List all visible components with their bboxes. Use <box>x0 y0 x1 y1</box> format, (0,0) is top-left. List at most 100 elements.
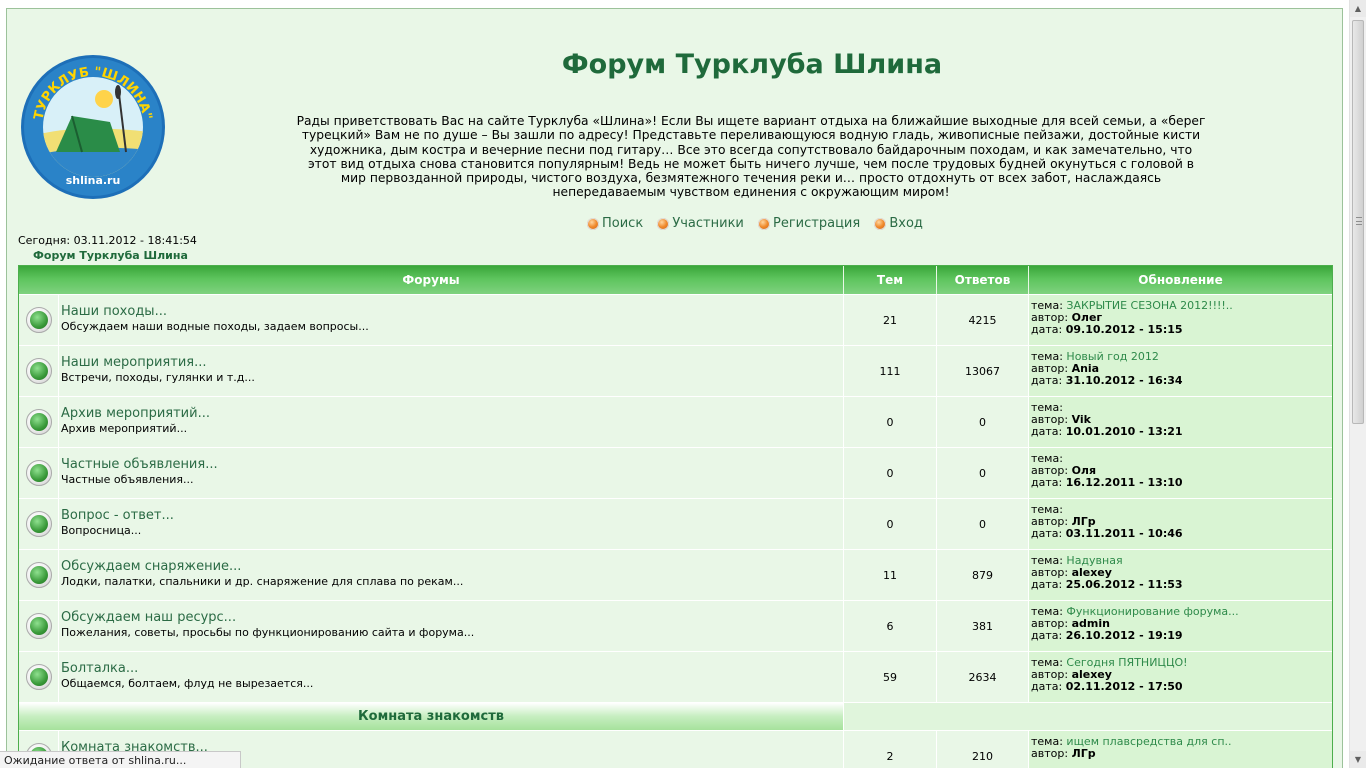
replies-count: 0 <box>937 499 1029 549</box>
site-title: Форум Турклуба Шлина <box>561 49 943 80</box>
intro-text: Рады приветствовать Вас на сайте Турклуб… <box>296 114 1206 200</box>
forum-name-cell: Обсуждаем снаряжение... Лодки, палатки, с… <box>59 550 844 600</box>
forum-status-icon <box>25 358 52 384</box>
forum-status-icon <box>25 511 52 537</box>
date-label: дата: <box>1031 527 1063 540</box>
forum-description: Пожелания, советы, просьбы по функционир… <box>61 626 475 639</box>
last-date: 03.11.2011 - 10:46 <box>1065 527 1183 540</box>
forum-name-cell: Частные объявления... Частные объявления.… <box>59 448 844 498</box>
icon-cell <box>19 499 59 549</box>
last-date: 26.10.2012 - 19:19 <box>1065 629 1183 642</box>
forum-link[interactable]: Вопрос - ответ... <box>61 508 843 523</box>
nav-register-label[interactable]: Регистрация <box>773 216 860 231</box>
topics-count: 0 <box>844 499 937 549</box>
table-row: Частные объявления... Частные объявления.… <box>19 447 1332 498</box>
last-date: 09.10.2012 - 15:15 <box>1065 323 1183 336</box>
date-label: дата: <box>1031 374 1063 387</box>
nav-members-label[interactable]: Участники <box>672 216 744 231</box>
table-row: Наши походы... Обсуждаем наши водные похо… <box>19 294 1332 345</box>
icon-cell <box>19 346 59 396</box>
forum-link[interactable]: Болталка... <box>61 661 843 676</box>
forum-name-cell: Наши походы... Обсуждаем наши водные похо… <box>59 295 844 345</box>
last-date: 10.01.2010 - 13:21 <box>1065 425 1183 438</box>
scroll-thumb[interactable] <box>1352 20 1364 424</box>
svg-text:shlina.ru: shlina.ru <box>66 174 121 187</box>
date-label: дата: <box>1031 425 1063 438</box>
forum-link[interactable]: Обсуждаем снаряжение... <box>61 559 843 574</box>
last-date: 31.10.2012 - 16:34 <box>1065 374 1183 387</box>
last-update: тема: Надувная автор: alexey дата: 25.06.2… <box>1029 550 1332 600</box>
header-replies: Ответов <box>937 266 1029 294</box>
forum-table: Форумы Тем Ответов Обновление Наши поход… <box>18 265 1333 768</box>
replies-count: 0 <box>937 397 1029 447</box>
forum-name-cell: Обсуждаем наш ресурс... Пожелания, советы… <box>59 601 844 651</box>
forum-link[interactable]: Наши мероприятия... <box>61 355 843 370</box>
breadcrumb[interactable]: Форум Турклуба Шлина <box>33 249 188 262</box>
club-logo[interactable]: ТУРКЛУБ "ШЛИНА" shlina.ru <box>20 54 166 200</box>
top-navigation: Поиск Участники Регистрация Вход <box>587 216 927 234</box>
last-date: 25.06.2012 - 11:53 <box>1065 578 1183 591</box>
scroll-up-arrow-icon[interactable]: ▲ <box>1350 0 1366 17</box>
header-topics: Тем <box>844 266 937 294</box>
section-title: Комната знакомств <box>19 703 844 730</box>
topics-count: 111 <box>844 346 937 396</box>
replies-count: 381 <box>937 601 1029 651</box>
topics-count: 59 <box>844 652 937 702</box>
nav-register-link[interactable]: Регистрация <box>758 216 860 231</box>
forum-description: Общаемся, болтаем, флуд не вырезается... <box>61 677 314 690</box>
forum-description: Обсуждаем наши водные походы, задаем воп… <box>61 320 369 333</box>
date-label: дата: <box>1031 578 1063 591</box>
section-header-row: Комната знакомств <box>19 702 1332 730</box>
table-header: Форумы Тем Ответов Обновление <box>19 266 1332 294</box>
last-update: тема: Новый год 2012 автор: Ania дата: 31.… <box>1029 346 1332 396</box>
forum-name-cell: Архив мероприятий... Архив мероприятий... <box>59 397 844 447</box>
orange-bullet-icon <box>874 217 887 230</box>
nav-search-link[interactable]: Поиск <box>587 216 643 231</box>
last-update: тема: Сегодня ПЯТНИЦЦО! автор: alexey дата… <box>1029 652 1332 702</box>
forum-link[interactable]: Архив мероприятий... <box>61 406 843 421</box>
topics-count: 11 <box>844 550 937 600</box>
last-date: 02.11.2012 - 17:50 <box>1065 680 1183 693</box>
date-label: дата: <box>1031 476 1063 489</box>
last-update: тема: автор: ЛГр дата: 03.11.2011 - 10:46 <box>1029 499 1332 549</box>
topics-count: 21 <box>844 295 937 345</box>
forum-status-icon <box>25 460 52 486</box>
table-row: Обсуждаем наш ресурс... Пожелания, советы… <box>19 600 1332 651</box>
forum-link[interactable]: Частные объявления... <box>61 457 843 472</box>
forum-description: Лодки, палатки, спальники и др. снаряжен… <box>61 575 464 588</box>
nav-members-link[interactable]: Участники <box>657 216 744 231</box>
forum-name-cell: Наши мероприятия... Встречи, походы, гуля… <box>59 346 844 396</box>
replies-count: 879 <box>937 550 1029 600</box>
forum-description: Частные объявления... <box>61 473 194 486</box>
table-row: Наши мероприятия... Встречи, походы, гуля… <box>19 345 1332 396</box>
orange-bullet-icon <box>657 217 670 230</box>
header-updated: Обновление <box>1029 266 1332 294</box>
replies-count: 0 <box>937 448 1029 498</box>
page: ТУРКЛУБ "ШЛИНА" shlina.ru Форум Турклуба… <box>6 8 1343 768</box>
table-row: Архив мероприятий... Архив мероприятий...… <box>19 396 1332 447</box>
forum-name-cell: Вопрос - ответ... Вопросница... <box>59 499 844 549</box>
last-update: тема: Функционирование форума... автор: a… <box>1029 601 1332 651</box>
scroll-down-arrow-icon[interactable]: ▼ <box>1350 751 1366 768</box>
topics-count: 0 <box>844 397 937 447</box>
author-label: автор: <box>1031 747 1069 760</box>
forum-name-cell: Болталка... Общаемся, болтаем, флуд не вы… <box>59 652 844 702</box>
table-row: Болталка... Общаемся, болтаем, флуд не вы… <box>19 651 1332 702</box>
vertical-scrollbar[interactable]: ▲ ▼ <box>1349 0 1366 768</box>
forum-link[interactable]: Наши походы... <box>61 304 843 319</box>
current-date: Сегодня: 03.11.2012 - 18:41:54 <box>18 234 197 247</box>
nav-login-label[interactable]: Вход <box>889 216 923 231</box>
date-label: дата: <box>1031 680 1063 693</box>
nav-login-link[interactable]: Вход <box>874 216 923 231</box>
orange-bullet-icon <box>758 217 771 230</box>
forum-description: Встречи, походы, гулянки и т.д... <box>61 371 255 384</box>
table-row: Обсуждаем снаряжение... Лодки, палатки, с… <box>19 549 1332 600</box>
section-fill <box>844 703 1332 730</box>
last-update: тема: автор: Оля дата: 16.12.2011 - 13:10 <box>1029 448 1332 498</box>
forum-status-icon <box>25 613 52 639</box>
forum-link[interactable]: Обсуждаем наш ресурс... <box>61 610 843 625</box>
nav-search-label[interactable]: Поиск <box>602 216 643 231</box>
forum-description: Вопросница... <box>61 524 142 537</box>
last-date: 16.12.2011 - 13:10 <box>1065 476 1183 489</box>
replies-count: 4215 <box>937 295 1029 345</box>
